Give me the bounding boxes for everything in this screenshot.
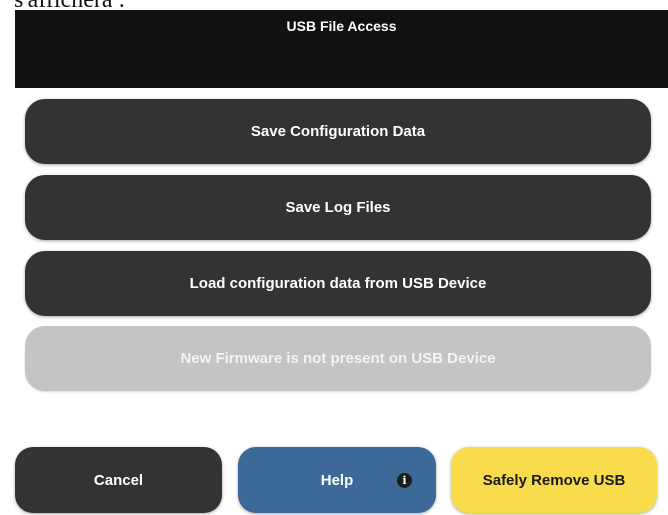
safely-remove-usb-button[interactable]: Safely Remove USB	[451, 447, 657, 513]
button-label: Save Log Files	[285, 199, 391, 216]
save-configuration-data-button[interactable]: Save Configuration Data	[25, 99, 651, 164]
usb-file-access-screen: s'affichera : USB File Access Save Confi…	[0, 0, 668, 515]
button-label: Help	[320, 471, 354, 489]
button-label: Cancel	[93, 471, 144, 489]
save-log-files-button[interactable]: Save Log Files	[25, 175, 651, 240]
button-label: New Firmware is not present on USB Devic…	[180, 350, 496, 367]
button-label: Safely Remove USB	[482, 471, 626, 489]
info-icon: i	[397, 473, 412, 488]
button-label: Save Configuration Data	[250, 123, 426, 140]
cancel-button[interactable]: Cancel	[15, 447, 222, 513]
load-configuration-data-button[interactable]: Load configuration data from USB Device	[25, 251, 651, 316]
firmware-update-button-disabled: New Firmware is not present on USB Devic…	[25, 326, 651, 391]
help-button[interactable]: Help i	[238, 447, 436, 513]
page-title: USB File Access	[286, 18, 397, 34]
header-bar: USB File Access	[15, 10, 668, 88]
button-label: Load configuration data from USB Device	[189, 275, 487, 292]
